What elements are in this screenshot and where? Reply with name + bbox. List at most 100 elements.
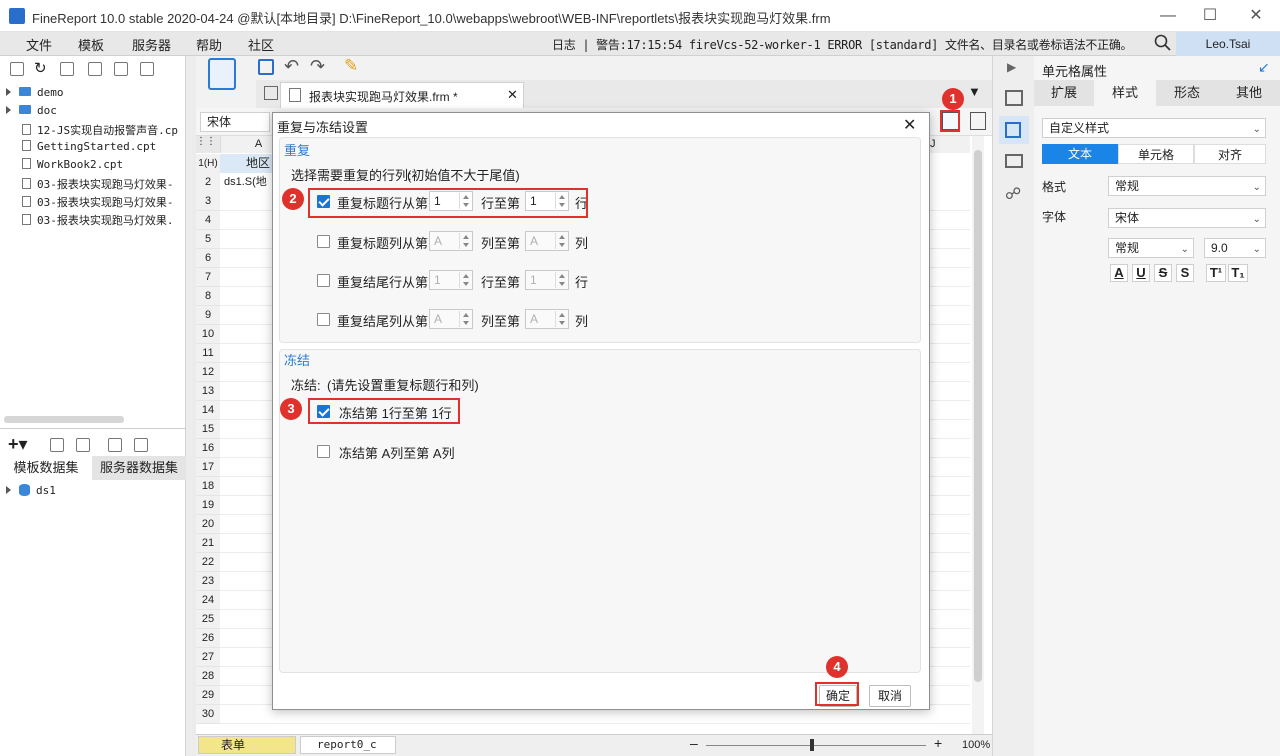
settings-icon[interactable]	[88, 62, 102, 76]
font-color-button[interactable]: A	[1110, 264, 1128, 282]
copy-icon[interactable]	[140, 62, 154, 76]
repeat-footer-cols-from[interactable]: A	[429, 309, 473, 329]
tab-style[interactable]: 样式	[1094, 80, 1156, 106]
repeat-title-cols-to[interactable]: A	[525, 231, 569, 251]
vertical-scrollbar[interactable]	[972, 136, 984, 734]
hyperlink-icon[interactable]: ☍	[1005, 184, 1021, 204]
menu-file[interactable]: 文件	[26, 35, 52, 54]
repeat-footer-rows-from[interactable]: 1	[429, 270, 473, 290]
delete-icon[interactable]	[114, 62, 128, 76]
font-name-select[interactable]: 宋体	[200, 112, 270, 132]
row-header[interactable]: 14	[196, 401, 220, 420]
tree-item-file[interactable]: WorkBook2.cpt	[22, 158, 123, 171]
row-header[interactable]: 5	[196, 230, 220, 249]
save-icon[interactable]	[258, 59, 274, 75]
row-header[interactable]: 15	[196, 420, 220, 439]
preview-big-icon[interactable]	[208, 58, 236, 90]
spin-arrows-icon[interactable]	[555, 233, 567, 249]
user-name[interactable]: Leo.Tsai	[1176, 32, 1280, 56]
row-header[interactable]: 6	[196, 249, 220, 268]
menu-template[interactable]: 模板	[78, 35, 104, 54]
repeat-footer-cols-checkbox[interactable]	[317, 313, 330, 326]
row-header[interactable]: 20	[196, 515, 220, 534]
tree-item-file[interactable]: 03-报表块实现跑马灯效果-	[22, 176, 174, 192]
collapse-arrow-icon[interactable]: ▶	[1007, 60, 1016, 74]
close-dialog-icon[interactable]: ✕	[903, 115, 916, 135]
row-header[interactable]: 19	[196, 496, 220, 515]
menu-community[interactable]: 社区	[248, 35, 274, 54]
sheet-tab-report[interactable]: report0_c	[300, 736, 396, 754]
widget-settings-icon[interactable]	[1005, 90, 1023, 106]
zoom-slider-handle[interactable]	[810, 739, 814, 751]
row-header[interactable]: 23	[196, 572, 220, 591]
expand-icon[interactable]	[6, 106, 11, 114]
tab-document[interactable]: 报表块实现跑马灯效果.frm * ✕	[280, 82, 524, 108]
page-setup-icon[interactable]	[970, 112, 986, 130]
close-tab-icon[interactable]: ✕	[507, 87, 518, 103]
tab-server-dataset[interactable]: 服务器数据集	[92, 456, 186, 480]
maximize-icon[interactable]: ☐	[1200, 6, 1220, 26]
spin-arrows-icon[interactable]	[459, 311, 471, 327]
row-header[interactable]: 8	[196, 287, 220, 306]
tree-item-demo[interactable]: demo	[6, 86, 64, 99]
toolbar-more-icon[interactable]: ▼	[968, 84, 981, 99]
zoom-out-icon[interactable]: –	[690, 735, 698, 751]
edit-icon[interactable]	[50, 438, 64, 452]
repeat-footer-rows-to[interactable]: 1	[525, 270, 569, 290]
spin-arrows-icon[interactable]	[459, 272, 471, 288]
repeat-title-cols-from[interactable]: A	[429, 231, 473, 251]
subtab-align[interactable]: 对齐	[1194, 144, 1266, 164]
show-type-icon[interactable]	[60, 62, 74, 76]
expand-icon[interactable]	[6, 88, 11, 96]
spin-arrows-icon[interactable]	[555, 272, 567, 288]
log-message[interactable]: 日志 | 警告:17:15:54 fireVcs-52-worker-1 ERR…	[552, 36, 1133, 53]
cell-element-icon[interactable]	[1005, 154, 1023, 168]
delete-dataset-icon[interactable]	[76, 438, 90, 452]
row-header[interactable]: 25	[196, 610, 220, 629]
column-header[interactable]: J	[930, 136, 970, 153]
row-header[interactable]: 10	[196, 325, 220, 344]
expand-icon[interactable]	[6, 486, 11, 494]
row-header[interactable]: 1(H)	[196, 154, 220, 173]
repeat-title-cols-checkbox[interactable]	[317, 235, 330, 248]
tab-expand[interactable]: 扩展	[1034, 80, 1094, 106]
cancel-button[interactable]: 取消	[869, 685, 911, 707]
tree-item-doc[interactable]: doc	[6, 104, 57, 117]
row-header[interactable]: 17	[196, 458, 220, 477]
tree-item-file[interactable]: GettingStarted.cpt	[22, 140, 156, 153]
undo-icon[interactable]: ↶	[284, 56, 299, 77]
font-select[interactable]: 宋体 ⌄	[1108, 208, 1266, 228]
tree-item-file[interactable]: 03-报表块实现跑马灯效果.	[22, 212, 174, 228]
tab-form[interactable]: 形态	[1156, 80, 1218, 106]
subtab-text[interactable]: 文本	[1042, 144, 1118, 164]
row-header[interactable]: 28	[196, 667, 220, 686]
row-header[interactable]: 16	[196, 439, 220, 458]
repeat-footer-rows-checkbox[interactable]	[317, 274, 330, 287]
grid-icon[interactable]	[264, 86, 278, 100]
repeat-footer-cols-to[interactable]: A	[525, 309, 569, 329]
row-header[interactable]: 30	[196, 705, 220, 724]
format-select[interactable]: 常规 ⌄	[1108, 176, 1266, 196]
row-header[interactable]: 18	[196, 477, 220, 496]
tab-template-dataset[interactable]: 模板数据集	[0, 456, 92, 480]
row-header[interactable]: 7	[196, 268, 220, 287]
superscript-button[interactable]: T¹	[1206, 264, 1226, 282]
tab-other[interactable]: 其他	[1218, 80, 1280, 106]
shadow-button[interactable]: S	[1176, 264, 1194, 282]
dataset-item-ds1[interactable]: ds1	[6, 484, 56, 497]
row-header[interactable]: 4	[196, 211, 220, 230]
tree-item-file[interactable]: 03-报表块实现跑马灯效果-	[22, 194, 174, 210]
subtab-cell[interactable]: 单元格	[1118, 144, 1194, 164]
dataset-settings-icon[interactable]	[134, 438, 148, 452]
sheet-tab-form[interactable]: 表单	[198, 736, 296, 754]
row-header[interactable]: 22	[196, 553, 220, 572]
format-painter-icon[interactable]: ✎	[344, 56, 358, 76]
style-select[interactable]: 自定义样式 ⌄	[1042, 118, 1266, 138]
preview-icon[interactable]	[108, 438, 122, 452]
zoom-in-icon[interactable]: +	[934, 735, 942, 751]
row-header[interactable]: 3	[196, 192, 220, 211]
font-style-select[interactable]: 常规 ⌄	[1108, 238, 1194, 258]
row-header[interactable]: 29	[196, 686, 220, 705]
scroll-thumb[interactable]	[974, 150, 982, 682]
font-size-select[interactable]: 9.0 ⌄	[1204, 238, 1266, 258]
